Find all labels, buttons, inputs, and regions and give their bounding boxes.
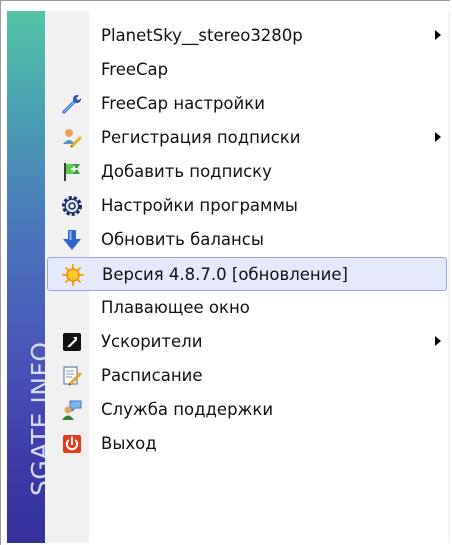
menu-item-label: FreeCap <box>101 60 169 79</box>
menu-item-label: Расписание <box>101 366 203 385</box>
menu-item-version[interactable]: Версия 4.8.7.0 [обновление] <box>47 257 447 291</box>
flag-add-icon <box>64 163 80 181</box>
menu-item-floating-window[interactable]: Плавающее окно <box>45 291 449 325</box>
menu-item-label: Настройки программы <box>101 196 298 215</box>
menu-item-freecap-settings[interactable]: FreeCap настройки <box>45 87 449 121</box>
menu-item-label: Выход <box>101 434 157 453</box>
menu-item-label: Плавающее окно <box>101 298 250 317</box>
menu-item-registration[interactable]: Регистрация подписки <box>45 121 449 155</box>
menu-item-support[interactable]: Служба поддержки <box>45 393 449 427</box>
menu-item-label: Ускорители <box>101 332 203 351</box>
user-edit-icon <box>63 129 82 148</box>
submenu-arrow-icon <box>435 30 441 40</box>
menu-item-program-settings[interactable]: Настройки программы <box>45 189 449 223</box>
power-icon <box>63 435 81 453</box>
menu-item-label: Версия 4.8.7.0 [обновление] <box>102 265 348 284</box>
accelerator-icon <box>63 333 81 351</box>
menu-item-label: FreeCap настройки <box>101 94 265 113</box>
menu-item-label: Добавить подписку <box>101 162 272 181</box>
notepad-pencil-icon <box>63 366 82 386</box>
menu-item-schedule[interactable]: Расписание <box>45 359 449 393</box>
menu-item-exit[interactable]: Выход <box>45 427 449 461</box>
menu-item-label: Обновить балансы <box>101 230 264 249</box>
menu-item-freecap[interactable]: FreeCap <box>45 53 449 87</box>
support-chat-icon <box>62 400 82 420</box>
menu-item-add-subscription[interactable]: Добавить подписку <box>45 155 449 189</box>
download-arrow-icon <box>63 230 81 250</box>
context-menu: SGATE.INFO PlanetSky__stereo3280p FreeCa… <box>0 0 450 545</box>
menu-item-planetsky[interactable]: PlanetSky__stereo3280p <box>45 19 449 53</box>
wrench-icon <box>62 94 82 114</box>
menu-item-label: PlanetSky__stereo3280p <box>101 26 303 45</box>
menu-item-label: Служба поддержки <box>101 400 274 419</box>
menu-item-accelerators[interactable]: Ускорители <box>45 325 449 359</box>
menu-item-label: Регистрация подписки <box>101 128 301 147</box>
sun-icon <box>62 264 84 286</box>
menu-item-update-balances[interactable]: Обновить балансы <box>45 223 449 257</box>
gear-icon <box>62 196 82 216</box>
submenu-arrow-icon <box>435 336 441 346</box>
submenu-arrow-icon <box>435 132 441 142</box>
